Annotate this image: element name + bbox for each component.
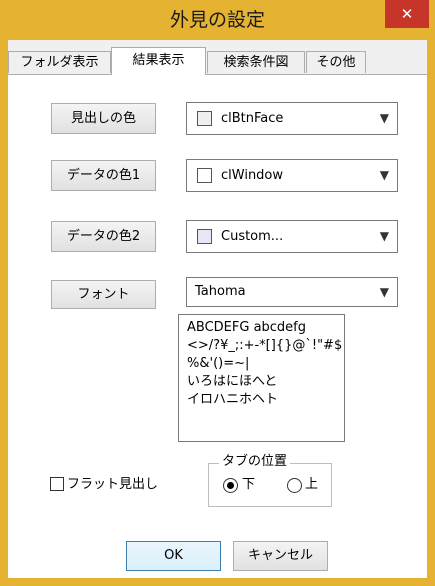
preview-line: <>/?¥_;:+-*[]{}@`!"#$ [187, 338, 343, 353]
data-color-1-select[interactable]: clWindow ▼ [186, 159, 398, 192]
flat-header-label: フラット見出し [67, 477, 159, 492]
heading-color-select[interactable]: clBtnFace ▼ [186, 102, 398, 135]
window-title: 外見の設定 [169, 9, 265, 31]
data-color-1-value: clWindow [221, 168, 284, 183]
window-border-bottom [0, 578, 435, 586]
radio-selected-dot [227, 482, 234, 489]
tab-search-condition[interactable]: 検索条件図 [207, 51, 305, 73]
tab-position-legend: タブの位置 [219, 454, 291, 470]
chevron-down-icon: ▼ [379, 285, 389, 299]
tab-result-display[interactable]: 結果表示 [111, 47, 206, 75]
cancel-button[interactable]: キャンセル [233, 541, 328, 571]
preview-line: いろはにほへと [187, 374, 278, 389]
heading-color-value: clBtnFace [221, 111, 284, 126]
chevron-down-icon: ▼ [379, 229, 389, 243]
data-color-2-button[interactable]: データの色2 [51, 221, 156, 252]
heading-color-swatch [197, 111, 212, 126]
tab-folder-display[interactable]: フォルダ表示 [8, 51, 111, 73]
window-border-left [0, 40, 8, 586]
data-color-1-button[interactable]: データの色1 [51, 160, 156, 191]
tab-position-top-radio[interactable] [287, 478, 302, 493]
title-bar[interactable]: 外見の設定 ✕ [0, 0, 435, 40]
tab-position-bottom-radio[interactable] [223, 478, 238, 493]
data-color-1-swatch [197, 168, 212, 183]
window-border-right [427, 40, 435, 586]
flat-header-checkbox[interactable] [50, 477, 64, 491]
data-color-2-swatch [197, 229, 212, 244]
font-select[interactable]: Tahoma ▼ [186, 277, 398, 307]
font-preview-box: ABCDEFG abcdefg <>/?¥_;:+-*[]{}@`!"#$ %&… [178, 314, 345, 442]
tab-position-group: タブの位置 下 上 [208, 454, 332, 507]
preview-line: %&'()=~| [187, 356, 250, 371]
font-button[interactable]: フォント [51, 280, 156, 309]
chevron-down-icon: ▼ [379, 111, 389, 125]
dialog-window: 外見の設定 ✕ フォルダ表示 結果表示 検索条件図 その他 見出しの色 clBt… [0, 0, 435, 586]
tab-other[interactable]: その他 [306, 51, 366, 73]
heading-color-button[interactable]: 見出しの色 [51, 103, 156, 134]
data-color-2-select[interactable]: Custom... ▼ [186, 220, 398, 253]
preview-line: ABCDEFG abcdefg [187, 320, 307, 335]
data-color-2-value: Custom... [221, 229, 284, 244]
ok-button[interactable]: OK [126, 541, 221, 571]
tab-position-top-label: 上 [305, 477, 319, 492]
tab-position-bottom-label: 下 [242, 477, 256, 492]
font-value: Tahoma [195, 284, 246, 299]
close-icon: ✕ [400, 5, 414, 23]
chevron-down-icon: ▼ [379, 168, 389, 182]
close-button[interactable]: ✕ [385, 0, 429, 28]
preview-line: イロハニホヘト [187, 392, 279, 407]
